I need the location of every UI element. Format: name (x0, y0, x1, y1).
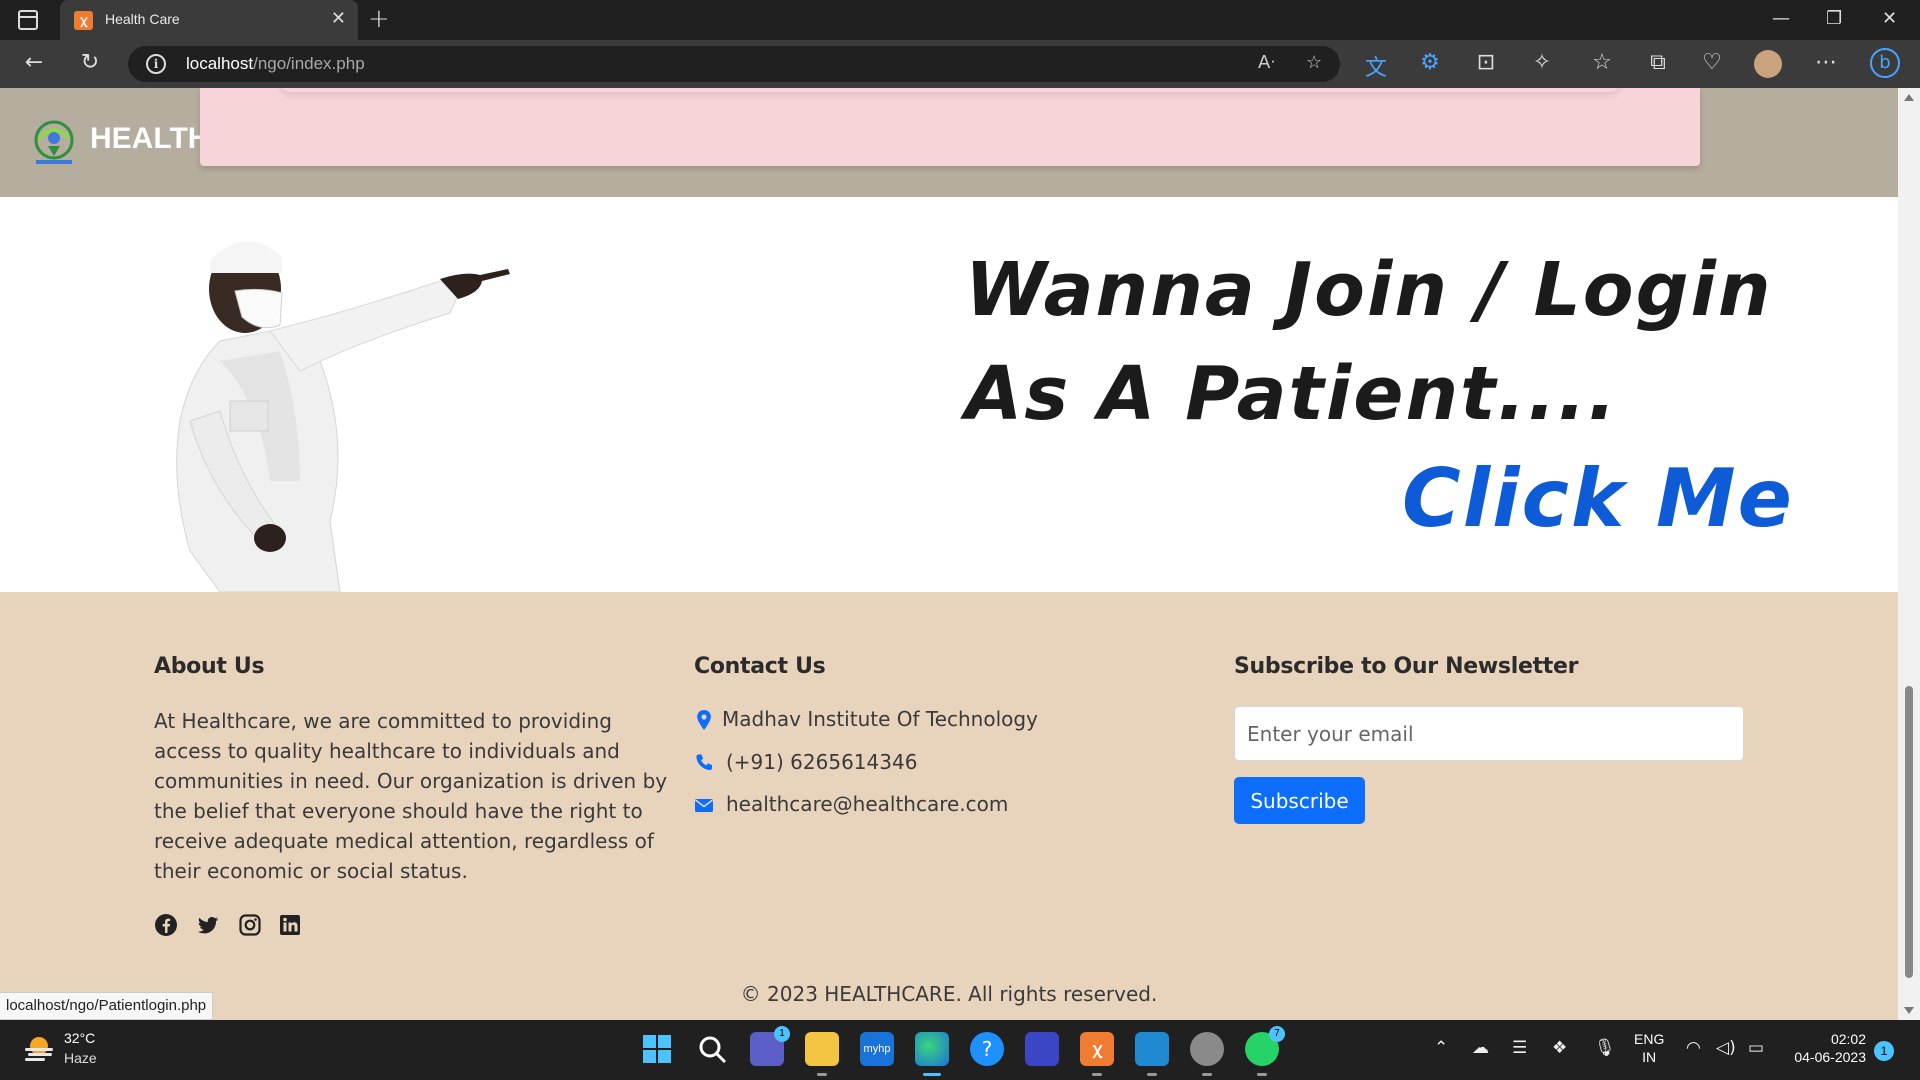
settings-gear-icon[interactable] (1190, 1032, 1224, 1076)
microphone-icon[interactable]: 🎙 (1594, 1038, 1616, 1058)
browser-tab-active[interactable]: ꭓ Health Care ✕ (60, 0, 358, 40)
logo-text[interactable]: HEALTH (90, 122, 209, 156)
hero-heading-line2: As A Patient.... (965, 351, 1618, 437)
map-pin-icon (697, 710, 711, 730)
linkedin-icon[interactable] (278, 913, 302, 937)
tab-title: Health Care (105, 11, 180, 27)
minimize-button[interactable]: — (1772, 8, 1790, 29)
subscribe-button[interactable]: Subscribe (1234, 777, 1365, 824)
weather-description[interactable]: Haze (64, 1050, 97, 1066)
contact-phone-text: (+91) 6265614346 (726, 750, 918, 774)
edge-browser-icon[interactable] (915, 1032, 949, 1076)
instagram-icon[interactable] (238, 913, 262, 937)
windows-start-icon[interactable] (640, 1032, 674, 1066)
page-scrollbar[interactable] (1898, 88, 1920, 1020)
scroll-up-arrow-icon[interactable] (1904, 94, 1914, 101)
xampp-icon[interactable]: ꭓ (1080, 1032, 1114, 1076)
hero-heading-line1: Wanna Join / Login (965, 247, 1773, 333)
navbar-inner-shadow (280, 88, 1620, 92)
link-status-bar: localhost/ngo/Patientlogin.php (0, 992, 214, 1020)
navbar-panel (200, 88, 1700, 166)
facebook-icon[interactable] (154, 913, 178, 937)
file-explorer-icon[interactable] (805, 1032, 839, 1076)
newsletter-heading: Subscribe to Our Newsletter (1234, 654, 1579, 679)
contact-heading: Contact Us (694, 654, 826, 679)
notification-center-badge[interactable]: 1 (1874, 1041, 1894, 1061)
teams-badge: 1 (774, 1026, 790, 1042)
collections-icon[interactable]: ⧉ (1644, 50, 1672, 75)
close-window-button[interactable]: ✕ (1882, 8, 1897, 29)
browser-tab-bar: ꭓ Health Care ✕ + — ❐ ✕ (0, 0, 1920, 40)
show-hidden-icons-chevron-icon[interactable]: ⌃ (1434, 1038, 1448, 1058)
screenshot-icon[interactable]: ⊡ (1472, 50, 1500, 75)
dropbox-icon[interactable]: ❖ (1552, 1038, 1567, 1058)
whatsapp-icon[interactable]: 7 (1245, 1026, 1285, 1076)
extensions-icon[interactable]: ✧ (1528, 50, 1556, 75)
haze-weather-icon[interactable] (22, 1033, 56, 1063)
envelope-icon (695, 799, 713, 812)
weather-temperature[interactable]: 32°C (64, 1030, 95, 1046)
battery-icon[interactable]: ▭ (1748, 1038, 1764, 1058)
address-bar[interactable]: i localhost/ngo/index.php Aᐧ ☆ (128, 46, 1340, 82)
xampp-favicon-icon: ꭓ (74, 11, 93, 30)
newsletter-email-input[interactable] (1234, 706, 1744, 761)
contact-email-text[interactable]: healthcare@healthcare.com (726, 792, 1008, 816)
site-info-icon[interactable]: i (146, 54, 166, 74)
more-menu-icon[interactable]: ⋯ (1812, 50, 1840, 75)
profile-avatar[interactable] (1754, 50, 1782, 78)
whatsapp-badge: 7 (1269, 1026, 1285, 1042)
browser-toolbar: ← ↻ i localhost/ngo/index.php Aᐧ ☆ 文 ⚙ ⊡… (0, 40, 1920, 88)
teams-chat-icon[interactable]: 1 (750, 1026, 790, 1066)
copyright-text: © 2023 HEALTHCARE. All rights reserved. (740, 982, 1158, 1006)
healthcare-logo-icon (34, 120, 74, 164)
site-footer: About Us At Healthcare, we are committed… (0, 592, 1898, 1020)
tab-actions-icon[interactable] (18, 10, 38, 30)
about-text: At Healthcare, we are committed to provi… (154, 709, 668, 883)
translate-icon[interactable]: 文 (1362, 50, 1390, 82)
scroll-down-arrow-icon[interactable] (1904, 1007, 1914, 1014)
language-indicator[interactable]: ENG IN (1634, 1030, 1664, 1066)
read-aloud-icon[interactable]: Aᐧ (1258, 52, 1275, 73)
search-icon[interactable] (695, 1032, 729, 1066)
volume-icon[interactable]: ◁) (1716, 1038, 1736, 1058)
phone-icon (696, 754, 712, 771)
new-tab-button[interactable]: + (368, 4, 390, 34)
about-heading: About Us (154, 654, 265, 679)
taskbar-clock[interactable]: 02:02 04-06-2023 (1782, 1030, 1866, 1066)
refresh-icon[interactable]: ↻ (76, 50, 104, 75)
power-automate-icon[interactable] (1025, 1032, 1059, 1066)
extension-icon[interactable]: ⚙ (1416, 50, 1444, 75)
favorites-icon[interactable]: ☆ (1588, 50, 1616, 75)
restore-button[interactable]: ❐ (1826, 8, 1842, 29)
tab-close-button[interactable]: ✕ (331, 8, 346, 29)
twitter-icon[interactable] (196, 913, 220, 937)
onedrive-icon[interactable]: ☁ (1472, 1038, 1489, 1058)
address-url[interactable]: localhost/ngo/index.php (186, 54, 365, 74)
browser-essentials-icon[interactable]: ♡ (1698, 50, 1726, 75)
wifi-icon[interactable]: ◠ (1686, 1038, 1701, 1058)
add-favorite-icon[interactable]: ☆ (1306, 52, 1322, 73)
site-header: HEALTH (0, 88, 1898, 197)
pointing-doctor-image (176, 240, 510, 592)
notification-queue-icon[interactable]: ☰ (1512, 1038, 1527, 1058)
scroll-thumb[interactable] (1905, 686, 1913, 978)
contact-address-text: Madhav Institute Of Technology (722, 707, 1038, 731)
click-me-link[interactable]: Click Me (1402, 452, 1794, 545)
myhp-icon[interactable]: myhp (860, 1032, 894, 1066)
back-icon[interactable]: ← (20, 50, 48, 75)
get-help-icon[interactable]: ? (970, 1032, 1004, 1066)
vscode-icon[interactable] (1135, 1032, 1169, 1076)
bing-copilot-icon[interactable]: b (1870, 48, 1900, 78)
web-page: HEALTH Wanna Join / Login As A Patient..… (0, 88, 1898, 1020)
patient-login-banner[interactable]: Wanna Join / Login As A Patient.... Clic… (0, 197, 1898, 592)
windows-taskbar: 32°C Haze 1 myhp ? ꭓ 7 ⌃ ☁ ☰ ❖ 🎙 ENG IN … (0, 1020, 1920, 1080)
